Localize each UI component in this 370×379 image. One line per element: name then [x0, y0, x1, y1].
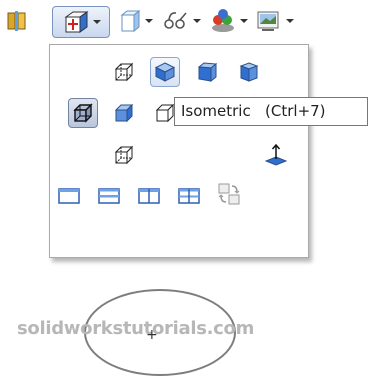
- link-views-button[interactable]: [214, 179, 244, 209]
- left-view-icon: [114, 103, 134, 123]
- view-orientation-icon: [63, 11, 89, 33]
- two-view-vertical-button[interactable]: [134, 181, 164, 211]
- section-view-button[interactable]: [4, 6, 30, 36]
- view-toolbar: [0, 0, 370, 42]
- apply-scene-dropdown-arrow[interactable]: [286, 19, 294, 23]
- edit-appearance-dropdown-arrow[interactable]: [240, 19, 248, 23]
- crosshair-cursor: +: [146, 327, 158, 343]
- four-view-button[interactable]: [174, 181, 204, 211]
- display-style-icon: [120, 9, 141, 33]
- apply-scene-button[interactable]: [255, 6, 294, 36]
- two-view-vertical-icon: [138, 188, 160, 204]
- bottom-view-button[interactable]: [109, 140, 139, 170]
- current-view-icon: [73, 103, 93, 123]
- two-view-horizontal-button[interactable]: [94, 181, 124, 211]
- four-view-icon: [178, 188, 200, 204]
- left-view-button[interactable]: [109, 98, 139, 128]
- bottom-view-icon: [114, 145, 134, 165]
- normal-to-button[interactable]: [261, 140, 291, 170]
- hide-show-items-icon: [164, 12, 187, 29]
- dimetric-view-button[interactable]: [234, 57, 264, 87]
- view-orientation-button[interactable]: [52, 6, 110, 38]
- isometric-view-icon: [154, 62, 176, 82]
- display-style-dropdown-arrow[interactable]: [145, 19, 153, 23]
- watermark: solidworkstutorials.com: [17, 318, 255, 339]
- edit-appearance-button[interactable]: [209, 6, 248, 36]
- single-view-icon: [58, 188, 80, 204]
- normal-to-icon: [264, 143, 288, 166]
- back-view-icon: [155, 103, 175, 123]
- apply-scene-icon: [257, 11, 279, 31]
- two-view-horizontal-icon: [98, 188, 120, 204]
- front-view-button[interactable]: [109, 57, 139, 87]
- dimetric-view-icon: [239, 62, 259, 82]
- isometric-view-button[interactable]: [150, 57, 180, 87]
- front-view-icon: [114, 62, 134, 82]
- hide-show-items-dropdown-arrow[interactable]: [193, 19, 201, 23]
- view-orientation-dropdown-arrow[interactable]: [92, 20, 101, 24]
- current-view-button[interactable]: [68, 98, 98, 128]
- edit-appearance-icon: [212, 9, 234, 32]
- view-orientation-flyout: [49, 44, 309, 258]
- tooltip: Isometric (Ctrl+7): [174, 97, 368, 126]
- display-style-button[interactable]: [118, 6, 153, 36]
- single-view-button[interactable]: [54, 181, 84, 211]
- trimetric-view-icon: [197, 62, 218, 83]
- trimetric-view-button[interactable]: [192, 57, 222, 87]
- section-view-icon: [7, 11, 26, 31]
- hide-show-items-button[interactable]: [162, 6, 201, 36]
- link-views-icon: [218, 183, 240, 205]
